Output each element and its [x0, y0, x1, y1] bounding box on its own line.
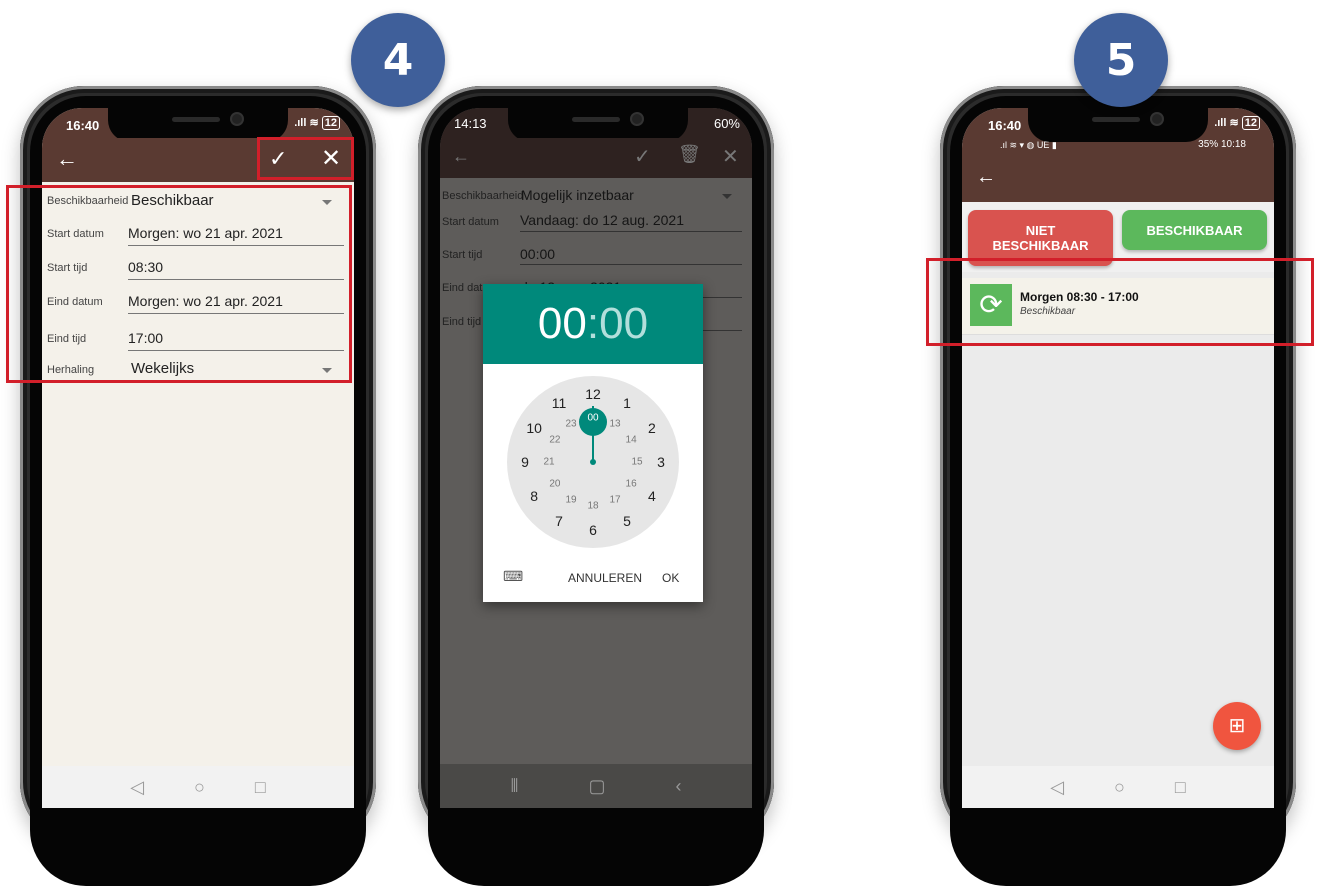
status-icons: .ıll ≋ 12: [1214, 116, 1260, 130]
clock-hour-number[interactable]: 3: [657, 454, 665, 470]
nav-bar: ⦀ ▢ ‹: [440, 764, 752, 808]
minutes-display[interactable]: 00: [599, 299, 648, 348]
clock-hour-number[interactable]: 7: [555, 513, 563, 529]
back-nav-icon[interactable]: ◁: [1050, 777, 1064, 798]
add-event-fab[interactable]: ⊞: [1213, 702, 1261, 750]
clock-hour-number[interactable]: 12: [585, 386, 601, 402]
step-badge-4: 4: [351, 13, 445, 107]
clock-face[interactable]: 12 1 2 3 4 5 6 7 8 9 10 11 00 13 14 15 16 17 18 19 20 21 22 23: [507, 376, 679, 548]
dropdown-arrow-icon: [722, 194, 732, 199]
app-bar: ← ✓ 🗑 ✕: [440, 138, 752, 178]
clock-hour-number[interactable]: 4: [648, 488, 656, 504]
clock-hour-number-inner[interactable]: 23: [565, 418, 576, 429]
clock-hour-number-inner[interactable]: 16: [626, 479, 637, 490]
recents-nav-icon[interactable]: □: [255, 777, 266, 798]
time-separator: :: [586, 299, 600, 348]
cancel-button[interactable]: ANNULEREN: [568, 571, 642, 585]
step-number: 4: [382, 34, 414, 86]
home-nav-icon[interactable]: ○: [1114, 777, 1125, 798]
availability-select[interactable]: Mogelijk inzetbaar: [521, 187, 634, 203]
field-label: Start datum: [442, 216, 499, 228]
clock-hour-number-inner[interactable]: 14: [626, 435, 637, 446]
keyboard-icon[interactable]: ⌨: [503, 568, 523, 585]
phone-frame-3: 16:40 .ıll ≋ 12 .ıl ≋ ▾ ◍ UE ▮ 35% 10:18…: [940, 86, 1296, 886]
time-display: 00:00: [483, 284, 703, 364]
phone-screen-3: 16:40 .ıll ≋ 12 .ıl ≋ ▾ ◍ UE ▮ 35% 10:18…: [962, 108, 1274, 808]
ok-button[interactable]: OK: [662, 571, 679, 585]
clock-hour-number-inner[interactable]: 18: [587, 501, 598, 512]
sub-status-text: 35% 10:18: [1198, 139, 1246, 150]
status-time: 16:40: [66, 118, 100, 133]
home-nav-icon[interactable]: ○: [194, 777, 205, 798]
clock-hour-number-inner[interactable]: 19: [565, 495, 576, 506]
clock-hour-number-inner[interactable]: 20: [549, 479, 560, 490]
highlight-box-item: [926, 258, 1314, 346]
clock-hour-number[interactable]: 6: [589, 522, 597, 538]
status-time: 14:13: [454, 116, 487, 131]
step-number: 5: [1105, 34, 1137, 86]
highlight-box-form: [6, 185, 352, 383]
back-nav-icon[interactable]: ◁: [130, 777, 144, 798]
clock-hour-number-inner[interactable]: 13: [609, 418, 620, 429]
clock-hour-number-inner[interactable]: 17: [609, 495, 620, 506]
check-icon[interactable]: ✓: [634, 144, 651, 169]
highlight-box-actions: [257, 137, 354, 180]
field-label: Beschikbaarheid: [442, 190, 524, 202]
clock-hour-number[interactable]: 11: [552, 395, 567, 411]
clock-hour-number-inner[interactable]: 21: [543, 457, 554, 468]
clock-hour-number-inner[interactable]: 00: [587, 413, 598, 424]
back-arrow-icon[interactable]: ←: [56, 146, 78, 172]
add-event-icon: ⊞: [1228, 715, 1246, 737]
back-arrow-icon[interactable]: ←: [452, 146, 470, 167]
hours-display[interactable]: 00: [538, 299, 587, 348]
clock-hour-number[interactable]: 10: [526, 420, 542, 436]
field-label: Start tijd: [442, 249, 483, 261]
back-arrow-icon[interactable]: ←: [976, 166, 996, 189]
battery-icon: 12: [321, 116, 340, 130]
battery-icon: 12: [1241, 116, 1260, 130]
phone-frame-2: 14:13 60% ← ✓ 🗑 ✕ Beschikbaarheid Mogeli…: [418, 86, 774, 886]
home-nav-icon[interactable]: ▢: [588, 776, 605, 797]
start-date-field[interactable]: Vandaag: do 12 aug. 2021: [520, 212, 684, 228]
close-icon[interactable]: ✕: [722, 144, 739, 169]
trash-icon[interactable]: 🗑: [678, 144, 701, 165]
clock-hour-number[interactable]: 9: [521, 454, 529, 470]
step-badge-5: 5: [1074, 13, 1168, 107]
recents-nav-icon[interactable]: □: [1175, 777, 1186, 798]
app-bar: ←: [962, 156, 1274, 202]
clock-hour-number-inner[interactable]: 15: [631, 457, 642, 468]
clock-hour-number[interactable]: 5: [623, 513, 631, 529]
start-time-field[interactable]: 00:00: [520, 246, 555, 262]
clock-center: [590, 459, 596, 465]
nav-bar: ◁ ○ □: [962, 766, 1274, 808]
recents-nav-icon[interactable]: ⦀: [511, 776, 519, 797]
phone-screen-2: 14:13 60% ← ✓ 🗑 ✕ Beschikbaarheid Mogeli…: [440, 108, 752, 808]
button-label: BESCHIKBAAR: [1146, 222, 1243, 238]
status-time: 16:40: [988, 118, 1022, 133]
clock-hour-number[interactable]: 8: [530, 488, 538, 504]
button-label: NIET BESCHIKBAAR: [992, 223, 1089, 253]
available-button[interactable]: BESCHIKBAAR: [1122, 210, 1267, 250]
status-icons: .ıll ≋ 12: [294, 116, 340, 130]
field-label: Eind tijd: [442, 316, 482, 328]
nav-bar: ◁ ○ □: [42, 766, 354, 808]
clock-hour-number[interactable]: 1: [623, 395, 631, 411]
back-nav-icon[interactable]: ‹: [675, 776, 681, 797]
battery-percent: 60%: [713, 116, 740, 131]
time-picker-dialog: 00:00 12 1 2 3 4 5 6 7 8 9 10 11 00 13 14 15 16 17 18 19 20 2…: [483, 284, 703, 602]
clock-hour-number[interactable]: 2: [648, 420, 656, 436]
clock-hour-number-inner[interactable]: 22: [549, 435, 560, 446]
